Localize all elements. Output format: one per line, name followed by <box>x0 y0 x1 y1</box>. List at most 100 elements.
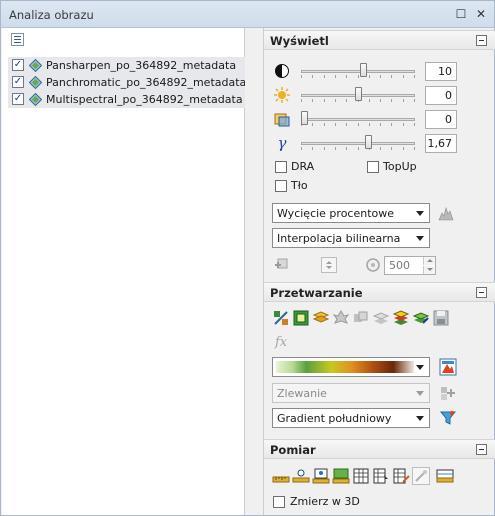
layer-item[interactable]: ✓ Pansharpen_po_364892_metadata <box>8 57 246 74</box>
slider-thumb[interactable] <box>365 135 372 149</box>
slider-track[interactable] <box>301 118 415 121</box>
height-icon[interactable] <box>292 467 310 485</box>
raster-layer-icon <box>28 75 43 90</box>
contrast-icon <box>274 63 290 79</box>
ruler-settings-icon[interactable] <box>436 467 454 485</box>
point-icon[interactable] <box>312 467 330 485</box>
topup-checkbox[interactable] <box>367 161 379 173</box>
color-ramp-icon[interactable] <box>439 358 457 376</box>
flicker-rate-value: 500 <box>389 259 410 272</box>
chevron-down-icon <box>416 391 424 396</box>
chevron-down-icon <box>416 211 424 216</box>
pansharpen-icon[interactable] <box>272 309 290 327</box>
layer-list-pane: ✓ Pansharpen_po_364892_metadata ✓ Panchroma… <box>2 28 246 515</box>
tools-pane: Wyświetl 10 0 0 γ 1,67 DRA TopUp Tło Wycięci… <box>263 28 495 515</box>
ndvi-icon[interactable] <box>412 309 430 327</box>
clear-measure-icon[interactable] <box>412 467 430 485</box>
slider-value-field[interactable]: 10 <box>425 62 457 81</box>
slider-thumb[interactable] <box>355 87 362 101</box>
edit-table-icon[interactable] <box>392 467 410 485</box>
filter-icon[interactable] <box>439 409 457 427</box>
spin-up-icon[interactable] <box>423 257 435 265</box>
measure-3d-checkbox[interactable] <box>273 496 285 508</box>
background-checkbox[interactable] <box>275 180 287 192</box>
title-bar: Analiza obrazu ☐ ✕ <box>1 1 494 28</box>
colormap-value: Gradient południowy <box>277 412 392 425</box>
spin-down-icon[interactable] <box>423 266 435 274</box>
layer-item[interactable]: ✓ Panchromatic_po_364892_metadata <box>8 74 246 91</box>
flicker-icon[interactable] <box>364 256 382 274</box>
brightness-icon <box>274 87 290 103</box>
measure-3d-label: Zmierz w 3D <box>290 495 360 508</box>
slider-ticks <box>301 75 415 79</box>
display-section-title: Wyświetl <box>270 34 329 48</box>
mosaic-icon[interactable] <box>312 309 330 327</box>
dra-checkbox[interactable] <box>275 161 287 173</box>
window-title: Analiza obrazu <box>9 8 94 22</box>
gamma-icon: γ <box>277 134 287 152</box>
processing-toolbar <box>264 309 495 331</box>
layer-visibility-checkbox[interactable]: ✓ <box>12 93 24 105</box>
clip-icon[interactable] <box>292 309 310 327</box>
raster-layer-icon <box>28 58 43 73</box>
processing-section-header[interactable]: Przetwarzanie <box>264 282 495 302</box>
slider-value-field[interactable]: 0 <box>425 110 457 129</box>
measure-collapse-icon[interactable] <box>476 444 487 455</box>
distance-icon[interactable] <box>272 467 290 485</box>
slider-ticks <box>301 123 415 127</box>
function-icon[interactable]: fx <box>272 332 290 350</box>
area-icon[interactable] <box>332 467 350 485</box>
layer-visibility-checkbox[interactable]: ✓ <box>12 76 24 88</box>
slider-ticks <box>301 147 415 151</box>
gamma-slider-row: γ 1,67 <box>264 132 495 156</box>
slider-value-field[interactable]: 0 <box>425 86 457 105</box>
swipe-tool-icon[interactable] <box>273 256 291 274</box>
measure-section-header[interactable]: Pomiar <box>264 439 495 459</box>
blend-mode-select[interactable]: Zlewanie <box>272 383 430 403</box>
stretch-type-select[interactable]: Wycięcie procentowe <box>272 203 430 223</box>
step-control-icon[interactable] <box>321 257 337 273</box>
brightness-slider-row: 0 <box>264 84 495 108</box>
pane-splitter[interactable] <box>245 28 263 515</box>
display-collapse-icon[interactable] <box>476 35 487 46</box>
slider-track[interactable] <box>301 70 415 73</box>
save-icon[interactable] <box>432 309 450 327</box>
measure-toolbar <box>264 467 495 489</box>
layer-name: Pansharpen_po_364892_metadata <box>46 59 237 72</box>
topup-label: TopUp <box>383 160 417 173</box>
stretch-type-value: Wycięcie procentowe <box>277 207 395 220</box>
layer-item[interactable]: ✓ Multispectral_po_364892_metadata <box>8 91 246 108</box>
layer-name: Multispectral_po_364892_metadata <box>46 93 243 106</box>
layer-visibility-checkbox[interactable]: ✓ <box>12 59 24 71</box>
processing-collapse-icon[interactable] <box>476 287 487 298</box>
layer-list: ✓ Pansharpen_po_364892_metadata ✓ Panchroma… <box>8 57 246 108</box>
list-options-icon[interactable] <box>11 33 24 46</box>
slider-track[interactable] <box>301 142 415 145</box>
color-ramp-select[interactable] <box>272 357 430 377</box>
leaf-icon[interactable] <box>332 309 350 327</box>
export-table-icon[interactable] <box>372 467 390 485</box>
close-icon[interactable]: ✕ <box>473 6 489 22</box>
measure-section-title: Pomiar <box>270 443 316 457</box>
composite-icon[interactable] <box>352 309 370 327</box>
add-band-icon[interactable] <box>439 384 457 402</box>
chevron-down-icon <box>416 416 424 421</box>
resampling-value: Interpolacja bilinearna <box>277 232 401 245</box>
resampling-select[interactable]: Interpolacja bilinearna <box>272 228 430 248</box>
layer-toolbar <box>2 28 245 52</box>
flicker-rate-spinner[interactable]: 500 <box>384 256 436 275</box>
restore-icon[interactable]: ☐ <box>453 6 469 22</box>
chevron-down-icon <box>416 236 424 241</box>
classify-icon[interactable] <box>392 309 410 327</box>
histogram-icon[interactable] <box>437 204 455 222</box>
display-section-header[interactable]: Wyświetl <box>264 30 495 50</box>
colormap-select[interactable]: Gradient południowy <box>272 408 430 428</box>
slider-thumb[interactable] <box>360 63 367 77</box>
blend-mode-value: Zlewanie <box>277 387 327 400</box>
background-label: Tło <box>291 179 308 192</box>
layer-stack-icon[interactable] <box>372 309 390 327</box>
transparency-slider-row: 0 <box>264 108 495 132</box>
slider-value-field[interactable]: 1,67 <box>425 134 457 153</box>
slider-thumb[interactable] <box>301 111 308 125</box>
table-icon[interactable] <box>352 467 370 485</box>
